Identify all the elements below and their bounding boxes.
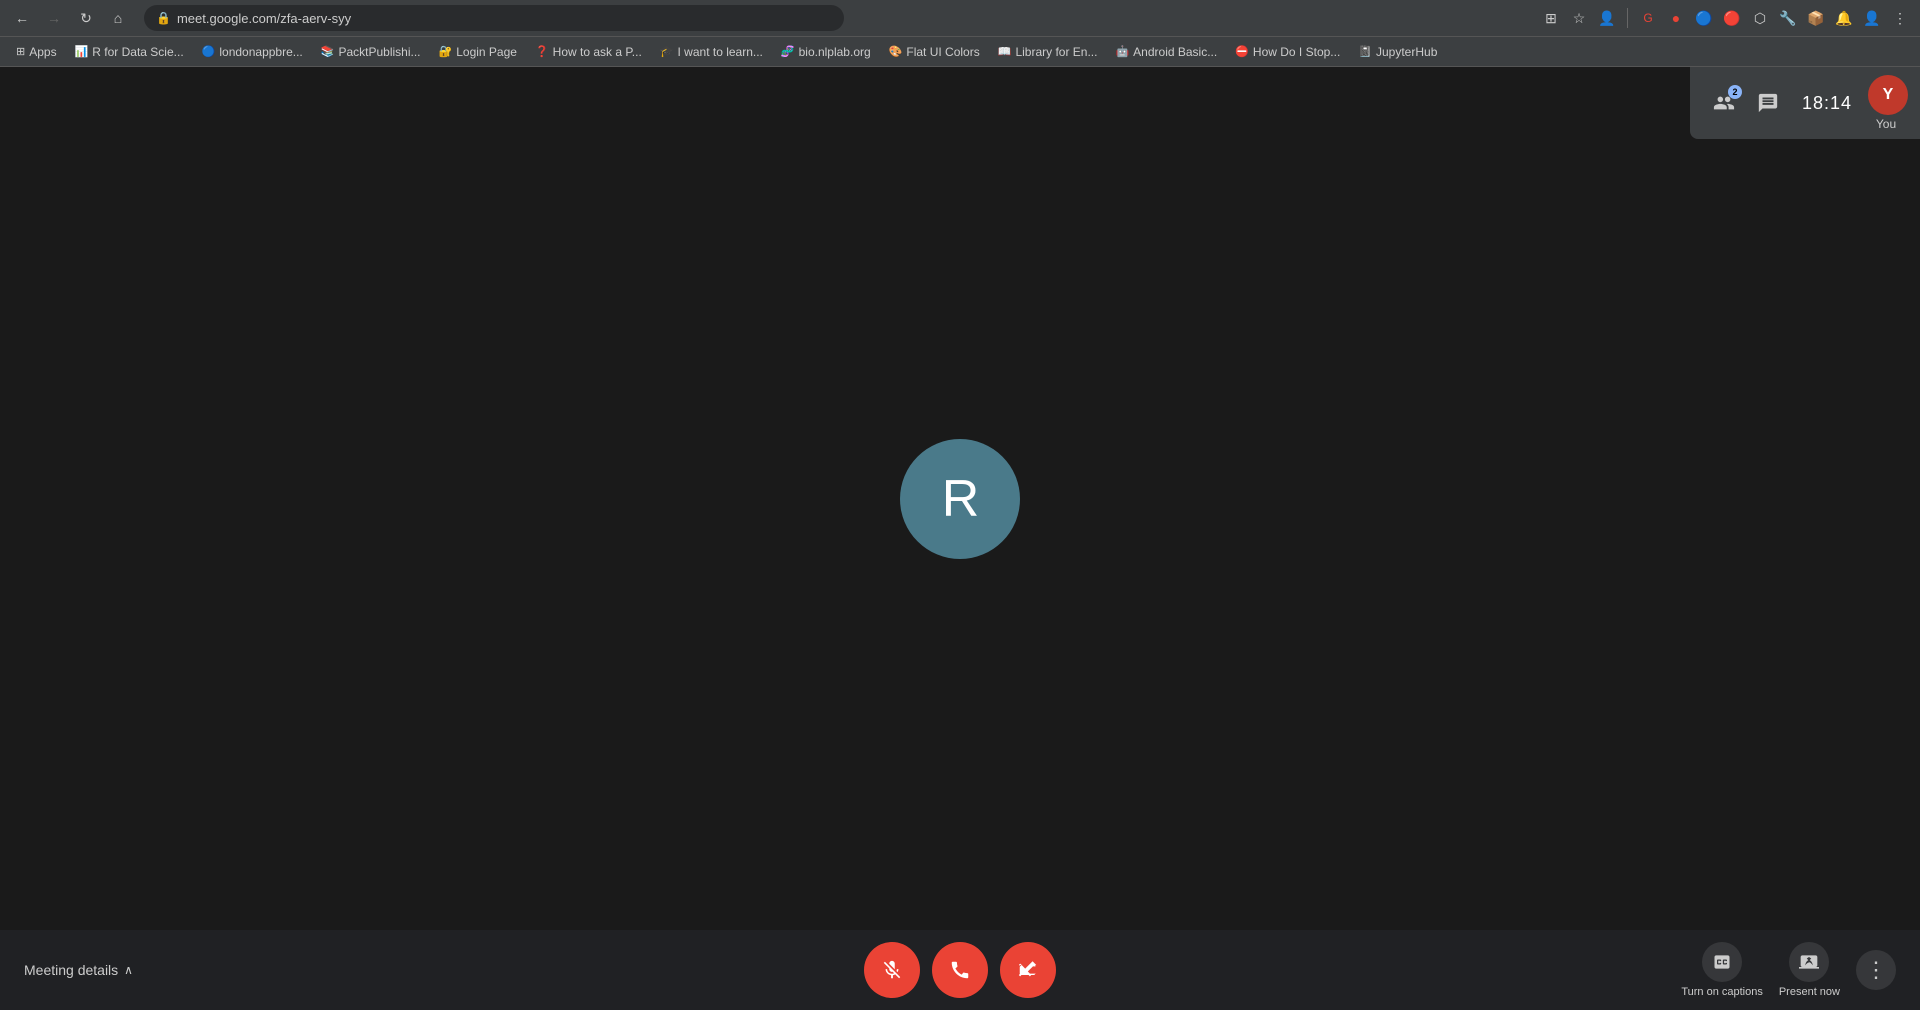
bookmark-bio[interactable]: 🧬 bio.nlplab.org	[773, 43, 879, 61]
meet-top-bar: 2 18:14 Y You	[1690, 67, 1920, 139]
more-options-icon: ⋮	[1865, 957, 1887, 983]
bookmark-apps-label: Apps	[29, 45, 56, 59]
present-icon-circle	[1789, 942, 1829, 982]
user-label: You	[1876, 117, 1896, 131]
bookmark-howdostop[interactable]: ⛔ How Do I Stop...	[1227, 43, 1348, 61]
home-button[interactable]: ⌂	[104, 4, 132, 32]
participants-button[interactable]: 2	[1702, 81, 1746, 125]
address-bar[interactable]: 🔒 meet.google.com/zfa-aerv-syy	[144, 5, 844, 31]
bookmark-london[interactable]: 🔵 londonappbre...	[194, 43, 311, 61]
bookmark-learn-label: I want to learn...	[678, 45, 763, 59]
meeting-details-button[interactable]: Meeting details ∧	[24, 962, 133, 978]
toolbar-divider	[1627, 8, 1628, 28]
meet-area: 2 18:14 Y You R Meeting details ∧	[0, 67, 1920, 1010]
user-avatar[interactable]: Y	[1868, 75, 1908, 115]
learn-icon: 🎓	[660, 45, 674, 58]
chat-button[interactable]	[1746, 81, 1790, 125]
bookmark-packt-label: PacktPublishi...	[338, 45, 420, 59]
participant-initial: R	[942, 469, 979, 529]
menu-button[interactable]: ⋮	[1888, 6, 1912, 30]
timer: 18:14	[1790, 93, 1864, 114]
chevron-up-icon: ∧	[124, 963, 133, 977]
apps-grid-icon: ⊞	[16, 45, 25, 58]
google-apps-icon[interactable]: G	[1636, 6, 1660, 30]
controls-right: Turn on captions Present now ⋮	[1681, 942, 1896, 998]
more-options-button[interactable]: ⋮	[1856, 950, 1896, 990]
icon-3[interactable]: 🔴	[1720, 6, 1744, 30]
participant-avatar: R	[900, 439, 1020, 559]
packt-icon: 📚	[321, 45, 335, 58]
present-now-button[interactable]: Present now	[1779, 942, 1840, 998]
browser-chrome: ← → ↻ ⌂ 🔒 meet.google.com/zfa-aerv-syy ⊞…	[0, 0, 1920, 67]
captions-label: Turn on captions	[1681, 986, 1763, 998]
meeting-details-label: Meeting details	[24, 962, 118, 978]
stop-icon: ⛔	[1235, 45, 1249, 58]
flatui-icon: 🎨	[889, 45, 903, 58]
captions-button[interactable]: Turn on captions	[1681, 942, 1763, 998]
back-button[interactable]: ←	[8, 4, 36, 32]
bookmark-flatui[interactable]: 🎨 Flat UI Colors	[881, 43, 988, 61]
bookmark-login-label: Login Page	[456, 45, 517, 59]
meet-bottom-bar: Meeting details ∧	[0, 930, 1920, 1010]
bookmark-library[interactable]: 📖 Library for En...	[990, 43, 1106, 61]
participant-count: 2	[1728, 85, 1742, 99]
bookmark-flatui-label: Flat UI Colors	[906, 45, 979, 59]
browser-toolbar: ← → ↻ ⌂ 🔒 meet.google.com/zfa-aerv-syy ⊞…	[0, 0, 1920, 36]
bio-icon: 🧬	[781, 45, 795, 58]
meet-main: 2 18:14 Y You R	[0, 67, 1920, 930]
lock-icon: 🔒	[156, 11, 171, 25]
bookmark-android[interactable]: 🤖 Android Basic...	[1107, 43, 1225, 61]
url-text: meet.google.com/zfa-aerv-syy	[177, 11, 832, 26]
r-data-icon: 📊	[75, 45, 89, 58]
captions-icon-circle	[1702, 942, 1742, 982]
bookmark-london-label: londonappbre...	[219, 45, 302, 59]
android-icon: 🤖	[1115, 45, 1129, 58]
library-icon: 📖	[998, 45, 1012, 58]
bookmark-library-label: Library for En...	[1015, 45, 1097, 59]
user-initial: Y	[1883, 86, 1894, 104]
login-icon: 🔐	[439, 45, 453, 58]
bookmark-r-data-label: R for Data Scie...	[92, 45, 183, 59]
bookmark-jupyter[interactable]: 📓 JupyterHub	[1350, 43, 1445, 61]
bookmark-learn[interactable]: 🎓 I want to learn...	[652, 43, 771, 61]
forward-button[interactable]: →	[40, 4, 68, 32]
bookmark-jupyter-label: JupyterHub	[1376, 45, 1437, 59]
london-icon: 🔵	[202, 45, 216, 58]
bookmark-star-icon[interactable]: ☆	[1567, 6, 1591, 30]
icon-7[interactable]: 🔔	[1832, 6, 1856, 30]
end-call-button[interactable]	[932, 942, 988, 998]
bookmark-login[interactable]: 🔐 Login Page	[431, 43, 525, 61]
bookmark-howto-label: How to ask a P...	[553, 45, 642, 59]
icon-2[interactable]: 🔵	[1692, 6, 1716, 30]
bookmark-apps[interactable]: ⊞ Apps	[8, 43, 65, 61]
reload-button[interactable]: ↻	[72, 4, 100, 32]
jupyter-icon: 📓	[1358, 45, 1372, 58]
extensions-icon[interactable]: ⊞	[1539, 6, 1563, 30]
mute-button[interactable]	[864, 942, 920, 998]
camera-button[interactable]	[1000, 942, 1056, 998]
bookmark-android-label: Android Basic...	[1133, 45, 1217, 59]
present-label: Present now	[1779, 986, 1840, 998]
controls-center	[864, 942, 1056, 998]
howto-icon: ❓	[535, 45, 549, 58]
toolbar-icons: ⊞ ☆ 👤 G ● 🔵 🔴 ⬡ 🔧 📦 🔔 👤 ⋮	[1539, 6, 1912, 30]
icon-6[interactable]: 📦	[1804, 6, 1828, 30]
bookmark-bio-label: bio.nlplab.org	[799, 45, 871, 59]
profile-icon[interactable]: 👤	[1595, 6, 1619, 30]
user-area: Y You	[1864, 75, 1908, 131]
icon-5[interactable]: 🔧	[1776, 6, 1800, 30]
bookmarks-bar: ⊞ Apps 📊 R for Data Scie... 🔵 londonappb…	[0, 36, 1920, 66]
bookmark-howto[interactable]: ❓ How to ask a P...	[527, 43, 650, 61]
bookmark-r-data[interactable]: 📊 R for Data Scie...	[67, 43, 192, 61]
bookmark-packt[interactable]: 📚 PacktPublishi...	[313, 43, 429, 61]
icon-4[interactable]: ⬡	[1748, 6, 1772, 30]
bookmark-howdostop-label: How Do I Stop...	[1253, 45, 1340, 59]
red-icon-1[interactable]: ●	[1664, 6, 1688, 30]
icon-8[interactable]: 👤	[1860, 6, 1884, 30]
